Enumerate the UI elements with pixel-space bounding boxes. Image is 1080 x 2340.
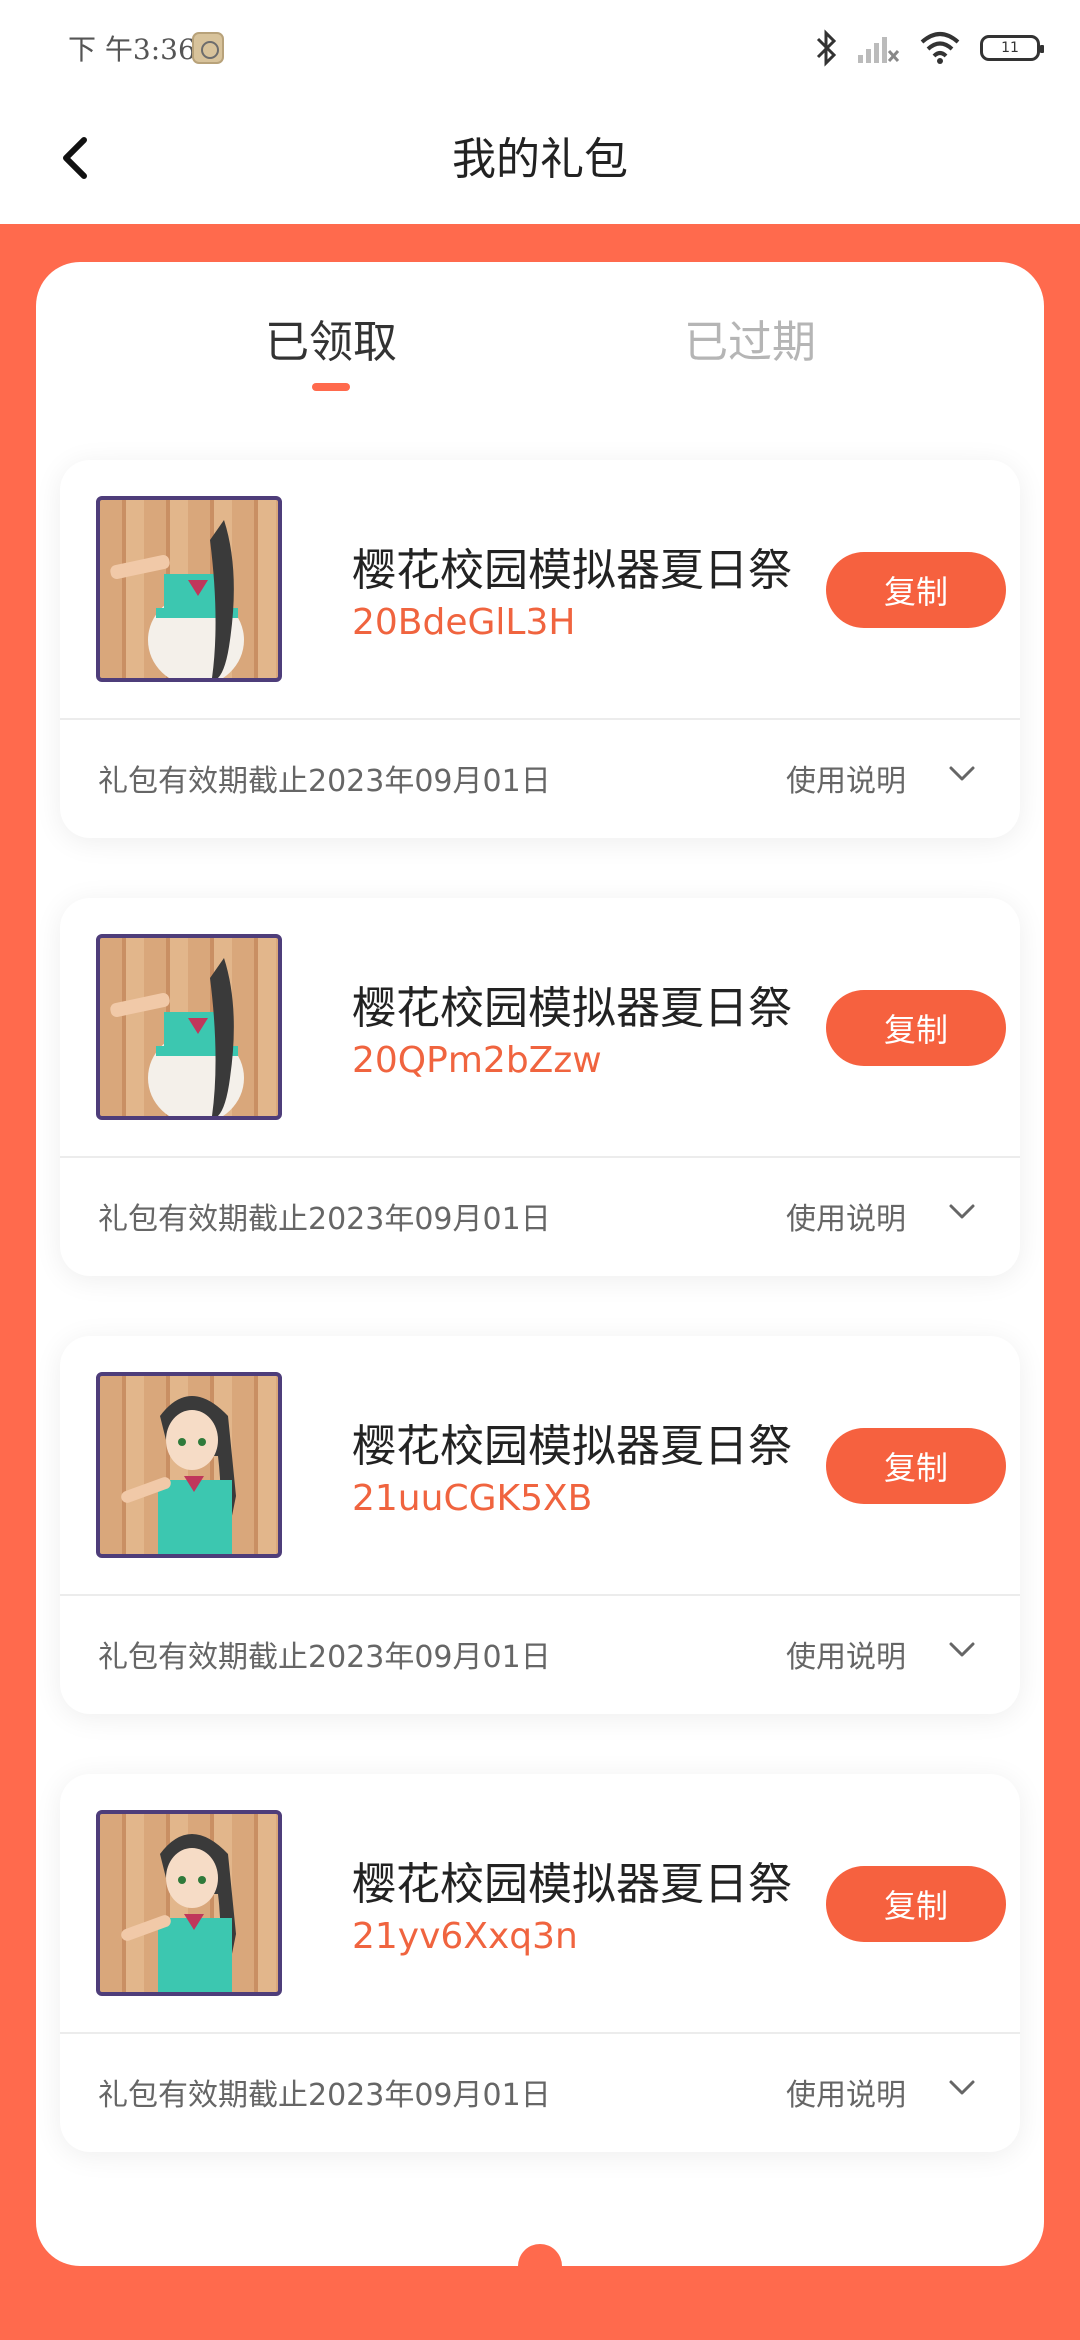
signal-icon <box>858 37 900 63</box>
gift-card-top: 樱花校园模拟器夏日祭 21uuCGK5XB 复制 <box>60 1336 1020 1594</box>
expiry-text: 礼包有效期截止2023年09月01日 <box>98 1202 551 1237</box>
scroll-indicator-dot <box>518 2244 562 2288</box>
battery-icon: 11 <box>980 35 1044 61</box>
page-title: 我的礼包 <box>452 134 628 185</box>
gift-panel: 已领取 已过期 樱花校园模拟器夏日祭 20BdeGlL3H 复制 礼包有效期截止… <box>36 262 1044 2266</box>
game-name: 樱花校园模拟器夏日祭 <box>352 983 792 1034</box>
card-divider <box>60 1594 1020 1596</box>
gift-card: 樱花校园模拟器夏日祭 20BdeGlL3H 复制 礼包有效期截止2023年09月… <box>60 460 1020 838</box>
expiry-text: 礼包有效期截止2023年09月01日 <box>98 764 551 799</box>
active-tab-indicator <box>312 383 350 391</box>
gift-card: 樱花校园模拟器夏日祭 21uuCGK5XB 复制 礼包有效期截止2023年09月… <box>60 1336 1020 1714</box>
usage-instructions-link[interactable]: 使用说明 <box>786 1194 906 1238</box>
game-name: 樱花校园模拟器夏日祭 <box>352 545 792 596</box>
app-notification-icon <box>192 32 224 64</box>
copy-button[interactable]: 复制 <box>826 1428 1006 1504</box>
game-thumbnail <box>96 1372 282 1558</box>
chevron-down-icon[interactable] <box>948 2078 976 2098</box>
tab-bar: 已领取 已过期 <box>36 262 1044 412</box>
chevron-down-icon[interactable] <box>948 764 976 784</box>
status-time: 下 午3:36 <box>68 33 196 66</box>
expiry-text: 礼包有效期截止2023年09月01日 <box>98 1640 551 1675</box>
gift-code: 21yv6Xxq3n <box>352 1916 578 1957</box>
copy-button[interactable]: 复制 <box>826 990 1006 1066</box>
nav-bar: 我的礼包 <box>0 96 1080 224</box>
card-divider <box>60 2032 1020 2034</box>
tab-claimed[interactable]: 已领取 <box>265 306 397 370</box>
copy-button[interactable]: 复制 <box>826 1866 1006 1942</box>
gift-code: 21uuCGK5XB <box>352 1478 593 1519</box>
expiry-text: 礼包有效期截止2023年09月01日 <box>98 2078 551 2113</box>
game-name: 樱花校园模拟器夏日祭 <box>352 1859 792 1910</box>
game-name: 樱花校园模拟器夏日祭 <box>352 1421 792 1472</box>
tab-expired[interactable]: 已过期 <box>684 306 816 370</box>
game-thumbnail <box>96 496 282 682</box>
card-divider <box>60 718 1020 720</box>
gift-card: 樱花校园模拟器夏日祭 20QPm2bZzw 复制 礼包有效期截止2023年09月… <box>60 898 1020 1276</box>
game-thumbnail <box>96 1810 282 1996</box>
gift-card: 樱花校园模拟器夏日祭 21yv6Xxq3n 复制 礼包有效期截止2023年09月… <box>60 1774 1020 2152</box>
gift-card-top: 樱花校园模拟器夏日祭 20BdeGlL3H 复制 <box>60 460 1020 718</box>
gift-card-top: 樱花校园模拟器夏日祭 21yv6Xxq3n 复制 <box>60 1774 1020 2032</box>
usage-instructions-link[interactable]: 使用说明 <box>786 2070 906 2114</box>
chevron-down-icon[interactable] <box>948 1202 976 1222</box>
copy-button[interactable]: 复制 <box>826 552 1006 628</box>
gift-code: 20QPm2bZzw <box>352 1040 602 1081</box>
status-bar: 下 午3:36 11 <box>0 0 1080 96</box>
status-icons: 11 <box>814 26 1044 70</box>
chevron-down-icon[interactable] <box>948 1640 976 1660</box>
bluetooth-icon <box>816 29 837 67</box>
game-thumbnail <box>96 934 282 1120</box>
battery-level: 11 <box>1001 40 1019 56</box>
card-divider <box>60 1156 1020 1158</box>
usage-instructions-link[interactable]: 使用说明 <box>786 1632 906 1676</box>
wifi-icon <box>920 32 960 64</box>
gift-card-top: 樱花校园模拟器夏日祭 20QPm2bZzw 复制 <box>60 898 1020 1156</box>
gift-code: 20BdeGlL3H <box>352 602 576 643</box>
usage-instructions-link[interactable]: 使用说明 <box>786 756 906 800</box>
